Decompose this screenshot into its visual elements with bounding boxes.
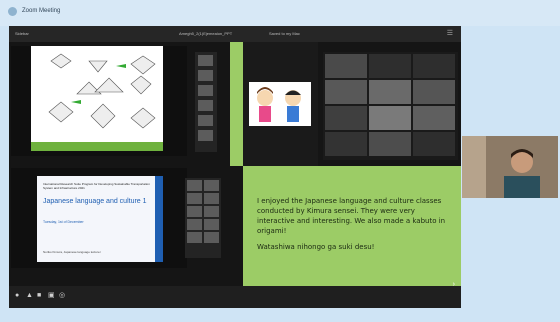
participant-thumb (187, 219, 202, 230)
participant-thumb (198, 55, 213, 66)
slide-2-video-grid (185, 178, 221, 258)
presenter-webcam[interactable] (462, 136, 558, 198)
participant-thumb (198, 70, 213, 81)
slide-1 (11, 46, 187, 156)
document-title: Amegh5_2(1)Ejemeaion_PPT (179, 31, 233, 36)
settings-icon[interactable]: ◎ (59, 292, 67, 300)
participant-video[interactable] (325, 132, 367, 156)
participant-video[interactable] (413, 106, 455, 130)
slide-2: International Research Suite Program for… (11, 168, 187, 268)
presenter-video (462, 136, 558, 198)
app-icon (8, 7, 17, 16)
toolbar: Sidebar Amegh5_2(1)Ejemeaion_PPT Saved t… (9, 26, 461, 42)
participant-thumb (198, 85, 213, 96)
participant-video[interactable] (325, 106, 367, 130)
participant-thumb (187, 193, 202, 204)
green-divider (230, 42, 243, 166)
cartoon-image (249, 82, 311, 126)
japanese-slide: International Research Suite Program for… (37, 176, 163, 262)
slide-title: Japanese language and culture 1 (43, 198, 147, 205)
document-status: Saved to my Mac (269, 31, 300, 36)
chat-icon[interactable]: ▣ (48, 292, 56, 300)
participant-video[interactable] (413, 132, 455, 156)
participant-video[interactable] (325, 80, 367, 104)
participant-thumb (204, 232, 219, 243)
app-title: Zoom Meeting (22, 8, 61, 14)
participant-thumb (204, 193, 219, 204)
menu-icon[interactable]: ☰ (447, 29, 453, 37)
bottom-toolbar: ● ▲ ■ ▣ ◎ (9, 286, 461, 308)
participant-grid (323, 52, 458, 160)
slide-footer: Noriko Kimura, Japanese language lecture… (43, 250, 101, 254)
origami-illustration (31, 53, 163, 151)
participant-video[interactable] (369, 54, 411, 78)
participant-thumb (198, 115, 213, 126)
slide-accent-bar (155, 176, 163, 262)
slide-date: Tuesday, 1st of December (43, 220, 84, 224)
play-icon[interactable]: ▲ (26, 292, 34, 300)
slide-header: International Research Suite Program for… (43, 182, 150, 190)
grid-icon[interactable]: ■ (37, 292, 45, 300)
participant-video[interactable] (325, 54, 367, 78)
participant-video[interactable] (413, 80, 455, 104)
participant-video[interactable] (369, 106, 411, 130)
slide-1-video-strip (195, 52, 217, 152)
cartoon-panel (243, 42, 318, 166)
reflection-paragraph: I enjoyed the Japanese language and cult… (257, 197, 446, 235)
participant-thumb (187, 206, 202, 217)
record-icon[interactable]: ● (15, 292, 23, 300)
participant-video[interactable] (369, 132, 411, 156)
reflection-panel: I enjoyed the Japanese language and cult… (243, 166, 461, 292)
participant-video[interactable] (369, 80, 411, 104)
participant-thumb (204, 219, 219, 230)
participant-video[interactable] (413, 54, 455, 78)
reflection-closing: Watashiwa nihongo ga suki desu! (257, 243, 375, 251)
participant-thumb (187, 232, 202, 243)
participant-thumb (187, 180, 202, 191)
participant-thumb (204, 180, 219, 191)
cartoon-illustration (257, 87, 301, 122)
origami-slide-image (31, 46, 163, 151)
title-bar: Zoom Meeting (0, 0, 560, 26)
participant-thumb (204, 206, 219, 217)
participant-thumb (198, 130, 213, 141)
sidebar-button[interactable]: Sidebar (15, 31, 29, 36)
participant-thumb (198, 100, 213, 111)
